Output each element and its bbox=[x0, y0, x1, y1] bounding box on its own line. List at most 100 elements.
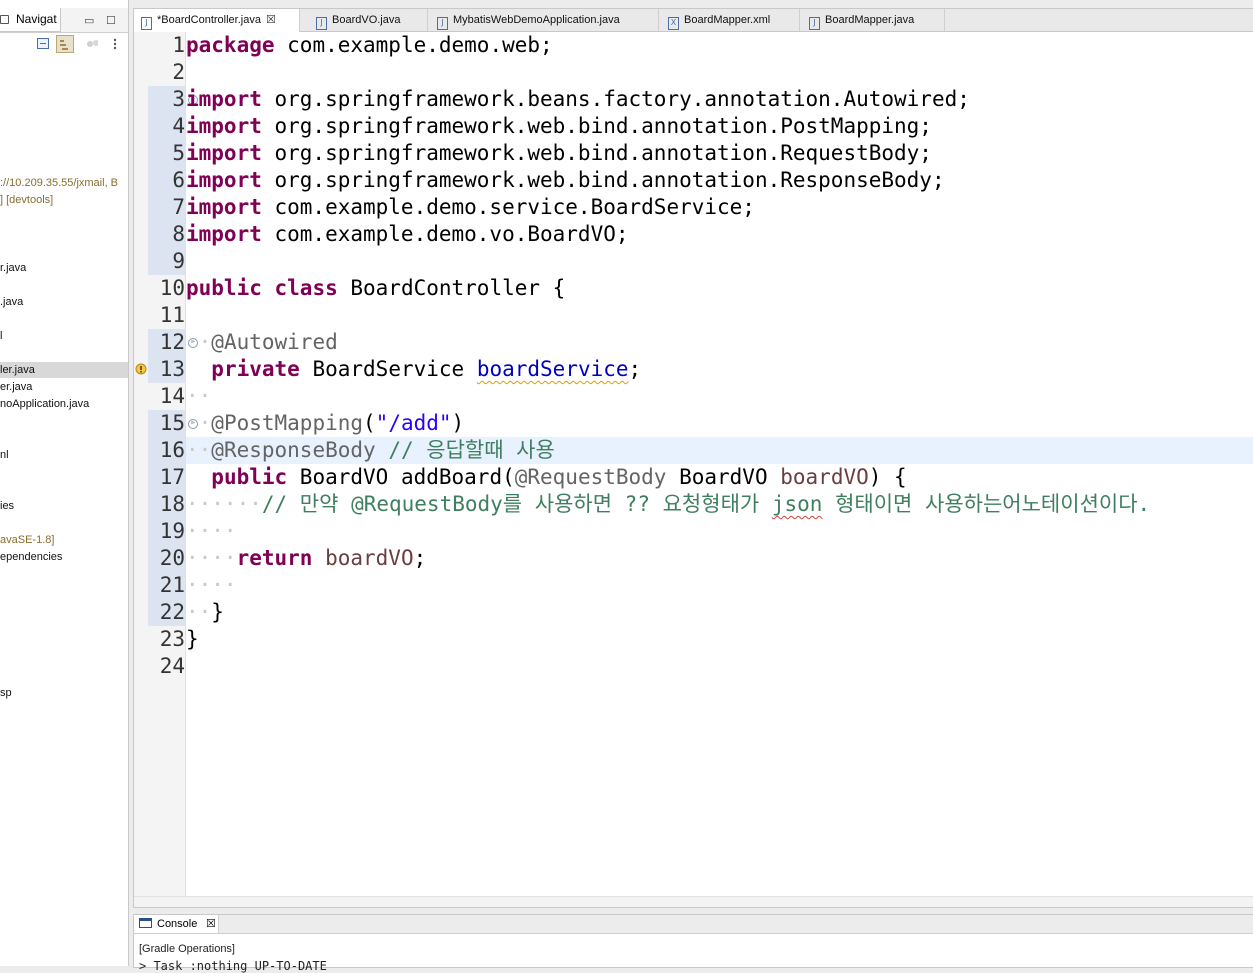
tab-boardcontroller[interactable]: J *BoardController.java ☒ bbox=[134, 9, 300, 32]
tab-label: MybatisWebDemoApplication.java bbox=[453, 14, 620, 26]
line-number: 9 bbox=[148, 248, 185, 275]
editor-area: J *BoardController.java ☒ J BoardVO.java JM… bbox=[133, 8, 1253, 908]
tree-item[interactable]: ] [devtools] bbox=[0, 192, 128, 208]
line-number: 16 bbox=[148, 437, 185, 464]
line-number: 18 bbox=[148, 491, 185, 518]
code-line: import com.example.demo.vo.BoardVO; bbox=[186, 222, 629, 246]
line-number: 24 bbox=[159, 654, 185, 678]
tree-item[interactable]: ies bbox=[0, 498, 128, 514]
tab-console[interactable]: Console ☒ bbox=[134, 915, 219, 933]
tree-item[interactable]: nl bbox=[0, 447, 128, 463]
navigator-tabbar: Navigat ▭ ☐ bbox=[0, 8, 128, 33]
tab-boardmapper-java[interactable]: J BoardMapper.java bbox=[802, 9, 945, 31]
filter-icon[interactable] bbox=[86, 38, 98, 50]
line-number: 2 bbox=[172, 60, 185, 84]
tree-item[interactable]: r.java bbox=[0, 260, 128, 276]
tab-label: BoardVO.java bbox=[332, 14, 401, 26]
tree-item[interactable]: .java bbox=[0, 294, 128, 310]
warning-marker-icon[interactable] bbox=[135, 363, 148, 377]
line-number: 23 bbox=[159, 627, 185, 651]
maximize-view-icon[interactable]: ☐ bbox=[106, 14, 116, 27]
code-line: } bbox=[186, 627, 199, 651]
console-tab-label: Console bbox=[157, 918, 198, 930]
close-tab-icon[interactable]: ☒ bbox=[206, 915, 216, 933]
console-icon bbox=[139, 918, 152, 928]
java-file-icon: J bbox=[809, 17, 820, 30]
code-line: public class BoardController { bbox=[186, 276, 566, 300]
horizontal-scrollbar[interactable] bbox=[134, 896, 1253, 907]
line-number: 4 bbox=[148, 113, 185, 140]
line-number: 20 bbox=[148, 545, 185, 572]
tab-boardmapper-xml[interactable]: X BoardMapper.xml bbox=[661, 9, 800, 31]
code-line: ···· bbox=[186, 519, 237, 543]
line-number: 7 bbox=[148, 194, 185, 221]
java-file-icon: J bbox=[316, 17, 327, 30]
console-tabbar: Console ☒ bbox=[134, 915, 1253, 934]
code-line: import org.springframework.web.bind.anno… bbox=[186, 168, 945, 192]
line-number: 3 bbox=[148, 86, 185, 113]
line-number: 6 bbox=[148, 167, 185, 194]
console-output: > Task :nothing UP-TO-DATE bbox=[139, 959, 327, 973]
code-line: import org.springframework.web.bind.anno… bbox=[186, 141, 932, 165]
tab-label: BoardMapper.xml bbox=[684, 14, 771, 26]
navigator-tab[interactable]: Navigat bbox=[0, 8, 61, 32]
line-number: 11 bbox=[159, 303, 185, 327]
tree-item[interactable]: avaSE-1.8] bbox=[0, 532, 128, 548]
line-number: 17 bbox=[148, 464, 185, 491]
line-number: 12 bbox=[148, 329, 185, 356]
java-file-icon: J bbox=[141, 17, 152, 30]
code-line: public BoardVO addBoard(@RequestBody Boa… bbox=[211, 465, 907, 489]
code-line: ··} bbox=[186, 600, 224, 624]
tree-item-selected[interactable]: ler.java bbox=[0, 362, 128, 378]
line-number: 19 bbox=[148, 518, 185, 545]
code-line: ··@PostMapping("/add") bbox=[186, 411, 465, 435]
navigator-icon bbox=[0, 13, 12, 25]
code-line: import org.springframework.web.bind.anno… bbox=[186, 114, 932, 138]
tree-item[interactable]: noApplication.java bbox=[0, 396, 128, 412]
tree-item[interactable]: er.java bbox=[0, 379, 128, 395]
line-number: 15 bbox=[148, 410, 185, 437]
link-with-editor-icon[interactable] bbox=[56, 35, 74, 53]
code-line-current: ··@ResponseBody // 응답할때 사용 bbox=[186, 437, 1253, 464]
tab-label: *BoardController.java bbox=[157, 14, 261, 26]
line-number: 21 bbox=[148, 572, 185, 599]
line-number: 14 bbox=[159, 384, 185, 408]
navigator-view: Navigat ▭ ☐ ://10.209.35.55/jxmail, B ] … bbox=[0, 0, 129, 966]
code-line: private BoardService boardService; bbox=[211, 357, 642, 381]
navigator-toolbar bbox=[0, 33, 128, 57]
tab-label: BoardMapper.java bbox=[825, 14, 915, 26]
view-menu-icon[interactable] bbox=[113, 38, 125, 50]
line-number: 5 bbox=[148, 140, 185, 167]
code-line: import com.example.demo.service.BoardSer… bbox=[186, 195, 755, 219]
navigator-tab-label: Navigat bbox=[16, 12, 57, 26]
code-line: ··@Autowired bbox=[186, 330, 338, 354]
tree-item[interactable]: sp bbox=[0, 685, 128, 701]
line-number: 22 bbox=[148, 599, 185, 626]
code-line: ···· bbox=[186, 573, 237, 597]
tree-item[interactable]: l bbox=[0, 328, 128, 344]
tab-boardvo[interactable]: J BoardVO.java bbox=[309, 9, 428, 31]
line-number: 8 bbox=[148, 221, 185, 248]
code-text-area[interactable]: package com.example.demo.web; import org… bbox=[186, 32, 1253, 904]
minimize-view-icon[interactable]: ▭ bbox=[84, 14, 94, 27]
tree-item[interactable]: ://10.209.35.55/jxmail, B bbox=[0, 175, 128, 191]
line-number: 13 bbox=[148, 356, 185, 383]
tree-item[interactable]: ependencies bbox=[0, 549, 128, 565]
tab-mybatiswebdemoapplication[interactable]: J MybatisWebDemoApplication.java bbox=[430, 9, 659, 31]
editor-tabbar: J *BoardController.java ☒ J BoardVO.java JM… bbox=[134, 9, 1253, 32]
console-view: Console ☒ [Gradle Operations] > Task :no… bbox=[133, 914, 1253, 973]
line-number-ruler: 1 2 3 4 5 6 7 8 9 10 11 12 13 14 15 16 1… bbox=[148, 32, 198, 904]
collapse-all-icon[interactable] bbox=[37, 38, 49, 50]
line-number: 10 bbox=[159, 276, 185, 300]
close-tab-icon[interactable]: ☒ bbox=[266, 14, 276, 26]
line-number: 1 bbox=[172, 33, 185, 57]
xml-file-icon: X bbox=[668, 17, 679, 30]
code-line: package com.example.demo.web; bbox=[186, 33, 553, 57]
code-line: ····return boardVO; bbox=[186, 546, 427, 570]
annotation-ruler bbox=[134, 32, 148, 904]
console-title: [Gradle Operations] bbox=[139, 943, 235, 955]
